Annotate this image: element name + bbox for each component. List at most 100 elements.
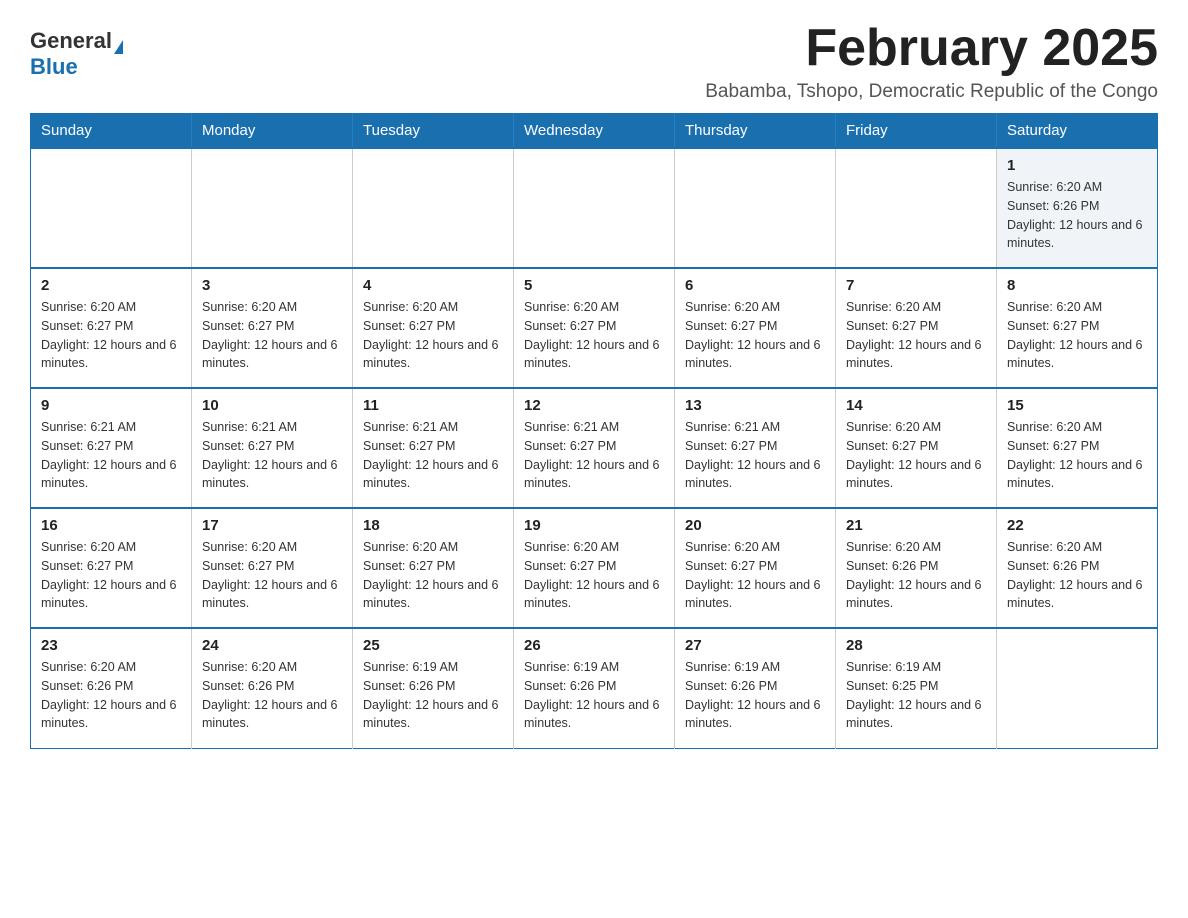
day-number: 1 [1007, 157, 1147, 174]
day-info: Sunrise: 6:19 AM Sunset: 6:26 PM Dayligh… [685, 658, 825, 733]
calendar-cell: 25 Sunrise: 6:19 AM Sunset: 6:26 PM Dayli… [353, 628, 514, 748]
calendar-week-row: 23 Sunrise: 6:20 AM Sunset: 6:26 PM Dayli… [31, 628, 1158, 748]
day-info: Sunrise: 6:20 AM Sunset: 6:27 PM Dayligh… [363, 298, 503, 373]
calendar-cell: 14Sunrise: 6:20 AM Sunset: 6:27 PM Dayli… [836, 388, 997, 508]
day-number: 10 [202, 397, 342, 414]
day-number: 15 [1007, 397, 1147, 414]
calendar-cell [997, 628, 1158, 748]
day-info: Sunrise: 6:20 AM Sunset: 6:27 PM Dayligh… [524, 538, 664, 613]
calendar-week-row: 16 Sunrise: 6:20 AM Sunset: 6:27 PM Dayli… [31, 508, 1158, 628]
day-info: Sunrise: 6:19 AM Sunset: 6:26 PM Dayligh… [363, 658, 503, 733]
day-number: 24 [202, 637, 342, 654]
calendar-cell [31, 148, 192, 268]
calendar-cell: 7 Sunrise: 6:20 AM Sunset: 6:27 PM Daylig… [836, 268, 997, 388]
day-number: 20 [685, 517, 825, 534]
day-info: Sunrise: 6:20 AM Sunset: 6:27 PM Dayligh… [685, 298, 825, 373]
calendar-cell: 8Sunrise: 6:20 AM Sunset: 6:27 PM Daylig… [997, 268, 1158, 388]
day-info: Sunrise: 6:21 AM Sunset: 6:27 PM Dayligh… [41, 418, 181, 493]
calendar-cell: 11 Sunrise: 6:21 AM Sunset: 6:27 PM Dayli… [353, 388, 514, 508]
calendar-cell: 18 Sunrise: 6:20 AM Sunset: 6:27 PM Dayli… [353, 508, 514, 628]
location-subtitle: Babamba, Tshopo, Democratic Republic of … [705, 81, 1158, 103]
day-number: 19 [524, 517, 664, 534]
calendar-cell: 27 Sunrise: 6:19 AM Sunset: 6:26 PM Dayli… [675, 628, 836, 748]
day-number: 21 [846, 517, 986, 534]
weekday-header-monday: Monday [192, 114, 353, 149]
calendar-cell: 16 Sunrise: 6:20 AM Sunset: 6:27 PM Dayli… [31, 508, 192, 628]
calendar-cell: 19 Sunrise: 6:20 AM Sunset: 6:27 PM Dayli… [514, 508, 675, 628]
calendar-cell: 22Sunrise: 6:20 AM Sunset: 6:26 PM Dayli… [997, 508, 1158, 628]
calendar-table: SundayMondayTuesdayWednesdayThursdayFrid… [30, 113, 1158, 749]
day-number: 25 [363, 637, 503, 654]
day-info: Sunrise: 6:20 AM Sunset: 6:26 PM Dayligh… [1007, 178, 1147, 253]
day-info: Sunrise: 6:20 AM Sunset: 6:27 PM Dayligh… [524, 298, 664, 373]
day-number: 17 [202, 517, 342, 534]
calendar-cell: 4 Sunrise: 6:20 AM Sunset: 6:27 PM Daylig… [353, 268, 514, 388]
calendar-cell [836, 148, 997, 268]
calendar-cell: 28 Sunrise: 6:19 AM Sunset: 6:25 PM Dayli… [836, 628, 997, 748]
weekday-header-wednesday: Wednesday [514, 114, 675, 149]
calendar-cell: 10 Sunrise: 6:21 AM Sunset: 6:27 PM Dayli… [192, 388, 353, 508]
day-number: 9 [41, 397, 181, 414]
calendar-cell: 5 Sunrise: 6:20 AM Sunset: 6:27 PM Daylig… [514, 268, 675, 388]
day-number: 18 [363, 517, 503, 534]
day-info: Sunrise: 6:20 AM Sunset: 6:27 PM Dayligh… [41, 538, 181, 613]
day-number: 26 [524, 637, 664, 654]
day-info: Sunrise: 6:20 AM Sunset: 6:26 PM Dayligh… [846, 538, 986, 613]
day-number: 5 [524, 277, 664, 294]
day-number: 23 [41, 637, 181, 654]
day-number: 7 [846, 277, 986, 294]
day-info: Sunrise: 6:19 AM Sunset: 6:25 PM Dayligh… [846, 658, 986, 733]
calendar-cell: 9 Sunrise: 6:21 AM Sunset: 6:27 PM Daylig… [31, 388, 192, 508]
day-info: Sunrise: 6:20 AM Sunset: 6:26 PM Dayligh… [41, 658, 181, 733]
day-number: 27 [685, 637, 825, 654]
page-header: General Blue February 2025 Babamba, Tsho… [30, 20, 1158, 103]
weekday-header-friday: Friday [836, 114, 997, 149]
calendar-cell: 1 Sunrise: 6:20 AM Sunset: 6:26 PM Daylig… [997, 148, 1158, 268]
day-number: 4 [363, 277, 503, 294]
calendar-cell: 20 Sunrise: 6:20 AM Sunset: 6:27 PM Dayli… [675, 508, 836, 628]
logo-triangle-icon [114, 40, 123, 54]
day-number: 22 [1007, 517, 1147, 534]
calendar-cell [192, 148, 353, 268]
calendar-cell: 17 Sunrise: 6:20 AM Sunset: 6:27 PM Dayli… [192, 508, 353, 628]
day-number: 3 [202, 277, 342, 294]
logo: General Blue [30, 20, 123, 80]
day-number: 28 [846, 637, 986, 654]
calendar-cell [514, 148, 675, 268]
calendar-cell: 6 Sunrise: 6:20 AM Sunset: 6:27 PM Daylig… [675, 268, 836, 388]
weekday-header-saturday: Saturday [997, 114, 1158, 149]
day-info: Sunrise: 6:20 AM Sunset: 6:27 PM Dayligh… [41, 298, 181, 373]
calendar-cell: 26 Sunrise: 6:19 AM Sunset: 6:26 PM Dayli… [514, 628, 675, 748]
day-info: Sunrise: 6:20 AM Sunset: 6:27 PM Dayligh… [202, 538, 342, 613]
day-info: Sunrise: 6:20 AM Sunset: 6:27 PM Dayligh… [202, 298, 342, 373]
weekday-header-sunday: Sunday [31, 114, 192, 149]
day-number: 13 [685, 397, 825, 414]
day-info: Sunrise: 6:21 AM Sunset: 6:27 PM Dayligh… [685, 418, 825, 493]
calendar-cell: 15Sunrise: 6:20 AM Sunset: 6:27 PM Dayli… [997, 388, 1158, 508]
day-number: 12 [524, 397, 664, 414]
day-number: 11 [363, 397, 503, 414]
day-info: Sunrise: 6:20 AM Sunset: 6:27 PM Dayligh… [1007, 298, 1147, 373]
day-info: Sunrise: 6:20 AM Sunset: 6:27 PM Dayligh… [685, 538, 825, 613]
month-year-title: February 2025 [705, 20, 1158, 77]
day-number: 6 [685, 277, 825, 294]
calendar-cell: 13 Sunrise: 6:21 AM Sunset: 6:27 PM Dayli… [675, 388, 836, 508]
day-number: 2 [41, 277, 181, 294]
day-info: Sunrise: 6:21 AM Sunset: 6:27 PM Dayligh… [524, 418, 664, 493]
weekday-header-tuesday: Tuesday [353, 114, 514, 149]
day-info: Sunrise: 6:20 AM Sunset: 6:27 PM Dayligh… [846, 298, 986, 373]
day-info: Sunrise: 6:20 AM Sunset: 6:27 PM Dayligh… [363, 538, 503, 613]
logo-blue-text: Blue [30, 54, 78, 80]
calendar-week-row: 2 Sunrise: 6:20 AM Sunset: 6:27 PM Daylig… [31, 268, 1158, 388]
day-number: 16 [41, 517, 181, 534]
day-info: Sunrise: 6:19 AM Sunset: 6:26 PM Dayligh… [524, 658, 664, 733]
day-info: Sunrise: 6:21 AM Sunset: 6:27 PM Dayligh… [202, 418, 342, 493]
calendar-cell: 23 Sunrise: 6:20 AM Sunset: 6:26 PM Dayli… [31, 628, 192, 748]
day-info: Sunrise: 6:21 AM Sunset: 6:27 PM Dayligh… [363, 418, 503, 493]
calendar-cell [353, 148, 514, 268]
calendar-cell [675, 148, 836, 268]
day-info: Sunrise: 6:20 AM Sunset: 6:26 PM Dayligh… [202, 658, 342, 733]
calendar-cell: 2 Sunrise: 6:20 AM Sunset: 6:27 PM Daylig… [31, 268, 192, 388]
day-number: 14 [846, 397, 986, 414]
calendar-cell: 21 Sunrise: 6:20 AM Sunset: 6:26 PM Dayli… [836, 508, 997, 628]
